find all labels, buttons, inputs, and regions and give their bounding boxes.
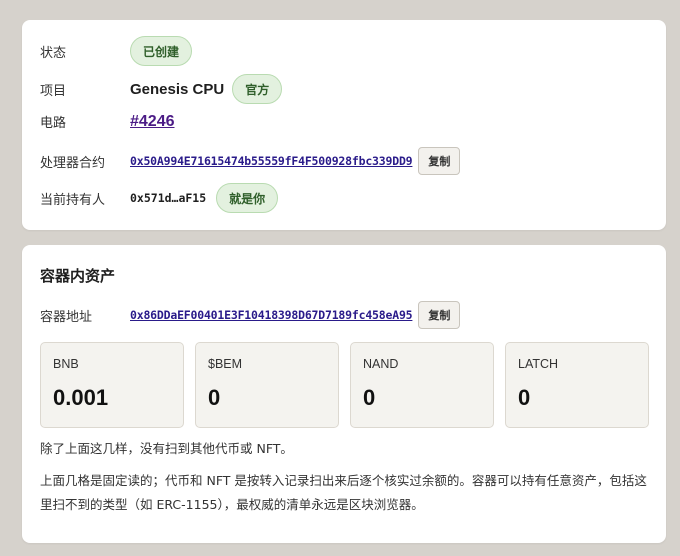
asset-name: BNB: [53, 357, 79, 371]
disclaimer-note: 上面几格是固定读的；代币和 NFT 是按转入记录扫出来后逐个核实过余额的。容器可…: [40, 473, 647, 512]
status-badge: 已创建: [130, 36, 193, 66]
asset-tile-latch: LATCH 0: [505, 342, 649, 428]
asset-tile-nand: NAND 0: [350, 342, 494, 428]
contract-label: 处理器合约: [40, 155, 106, 171]
asset-name: $BEM: [208, 357, 243, 371]
container-address-row: 容器地址 0x86DDaEF00401E3F10418398D67D7189fc…: [40, 301, 648, 329]
asset-name: LATCH: [518, 357, 559, 371]
project-name: Genesis CPU: [130, 80, 225, 98]
container-address-label: 容器地址: [40, 309, 93, 325]
container-address-link[interactable]: 0x86DDaEF00401E3F10418398D67D7189fc458eA…: [130, 308, 413, 322]
project-label: 项目: [40, 83, 67, 99]
circuit-row: 电路 #4246: [40, 112, 648, 132]
circuit-link[interactable]: #4246: [130, 113, 175, 131]
owner-label: 当前持有人: [40, 192, 106, 208]
asset-tile-bem: $BEM 0: [195, 342, 339, 428]
asset-grid: BNB 0.001 $BEM 0 NAND 0 LATCH 0: [40, 342, 649, 428]
status-row: 状态 已创建: [40, 36, 648, 66]
scan-note: 除了上面这几样，没有扫到其他代币或 NFT。: [40, 441, 293, 456]
contract-row: 处理器合约 0x50A994E71615474b55559fF4F500928f…: [40, 147, 648, 175]
processor-details-card: 状态 已创建 项目 Genesis CPU 官方 电路 #4246 处理器合约 …: [22, 20, 666, 230]
section-title: 容器内资产: [40, 267, 116, 285]
asset-value: 0: [208, 385, 221, 410]
copy-contract-button[interactable]: 复制: [418, 147, 461, 175]
container-assets-card: 容器内资产 容器地址 0x86DDaEF00401E3F10418398D67D…: [22, 245, 666, 543]
project-row: 项目 Genesis CPU 官方: [40, 74, 648, 104]
copy-container-button[interactable]: 复制: [418, 301, 461, 329]
asset-value: 0: [518, 385, 531, 410]
asset-tile-bnb: BNB 0.001: [40, 342, 184, 428]
asset-name: NAND: [363, 357, 399, 371]
contract-address-link[interactable]: 0x50A994E71615474b55559fF4F500928fbc339D…: [130, 154, 413, 168]
asset-value: 0.001: [53, 385, 109, 410]
owner-you-badge: 就是你: [216, 183, 279, 213]
circuit-label: 电路: [40, 116, 67, 131]
owner-row: 当前持有人 0x571d…aF15 就是你: [40, 183, 648, 213]
asset-value: 0: [363, 385, 376, 410]
official-badge: 官方: [232, 74, 283, 104]
owner-address: 0x571d…aF15: [130, 191, 207, 205]
status-label: 状态: [40, 45, 67, 61]
